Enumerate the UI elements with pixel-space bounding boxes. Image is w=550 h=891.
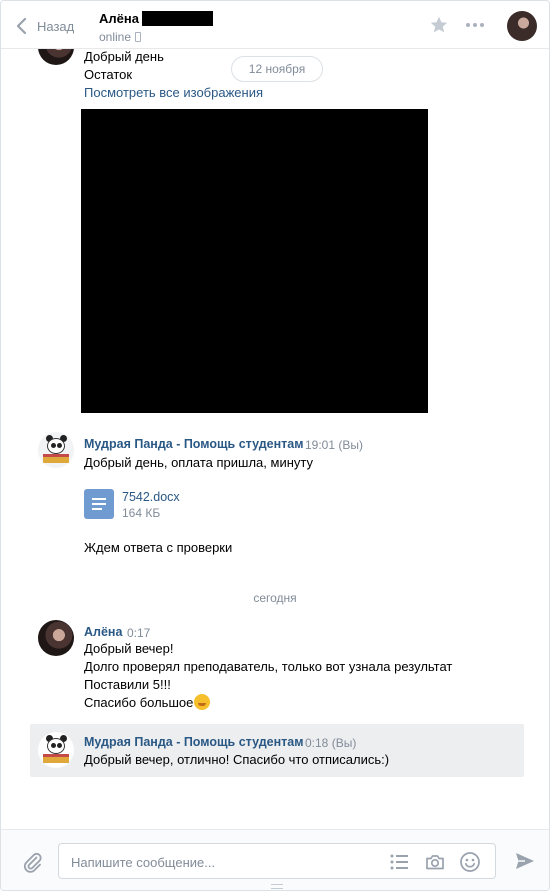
- message-input[interactable]: [71, 852, 371, 872]
- document-name[interactable]: 7542.docx: [122, 489, 180, 505]
- peer-avatar[interactable]: [507, 11, 537, 41]
- message-text-with-emoji: Спасибо большое: [84, 694, 211, 712]
- avatar[interactable]: [38, 49, 74, 65]
- chat-header: Назад Алёна online: [1, 1, 549, 49]
- avatar[interactable]: [38, 620, 74, 656]
- list-icon[interactable]: [389, 852, 409, 872]
- message-time: 0:17: [127, 626, 151, 640]
- peer-status: online: [99, 30, 132, 44]
- message-text: Ждем ответа с проверки: [84, 540, 233, 555]
- document-size: 164 КБ: [122, 506, 161, 520]
- view-all-images-link[interactable]: Посмотреть все изображения: [84, 84, 263, 102]
- star-icon[interactable]: [429, 15, 449, 35]
- message-text: Поставили 5!!!: [84, 677, 171, 692]
- hugging-emoji-icon: [194, 694, 211, 710]
- message-text: Добрый вечер, отлично! Спасибо что отпис…: [84, 752, 390, 767]
- back-button[interactable]: Назад: [15, 15, 74, 37]
- date-pill: 12 ноября: [231, 56, 323, 82]
- chat-window: Назад Алёна online Добрый день Остаток П…: [0, 0, 550, 891]
- resize-grip[interactable]: [271, 884, 283, 889]
- paperclip-icon[interactable]: [21, 851, 43, 873]
- message-time: 0:18 (Вы): [305, 736, 357, 750]
- back-label: Назад: [37, 18, 75, 34]
- message-author[interactable]: Мудрая Панда - Помощь студентам: [84, 734, 303, 750]
- more-dots-icon[interactable]: [466, 23, 484, 27]
- message-input-box[interactable]: [58, 843, 496, 879]
- send-icon[interactable]: [514, 851, 536, 871]
- mobile-icon: [135, 32, 142, 42]
- smile-icon[interactable]: [459, 851, 481, 873]
- photo-attachment[interactable]: [81, 109, 428, 413]
- message-text: Добрый день, оплата пришла, минуту: [84, 455, 313, 470]
- message-time: 19:01 (Вы): [305, 438, 363, 452]
- peer-info[interactable]: Алёна online: [99, 10, 213, 44]
- message-author[interactable]: Мудрая Панда - Помощь студентам: [84, 436, 303, 452]
- avatar[interactable]: [38, 732, 74, 768]
- document-icon[interactable]: [84, 489, 114, 519]
- message-composer: [1, 829, 549, 890]
- avatar[interactable]: [38, 432, 74, 468]
- camera-icon[interactable]: [425, 852, 445, 872]
- message-history: Добрый день Остаток Посмотреть все изобр…: [1, 49, 549, 829]
- chevron-left-icon: [16, 17, 27, 35]
- message-text: Добрый вечер!: [84, 641, 174, 656]
- peer-name: Алёна: [99, 11, 139, 26]
- redacted-surname: [141, 11, 213, 26]
- message-text: Долго проверял преподаватель, только вот…: [84, 659, 453, 674]
- message-text: Остаток: [84, 67, 133, 82]
- message-text: Добрый день: [84, 49, 164, 64]
- message-author[interactable]: Алёна: [84, 624, 122, 640]
- date-separator: сегодня: [253, 591, 297, 605]
